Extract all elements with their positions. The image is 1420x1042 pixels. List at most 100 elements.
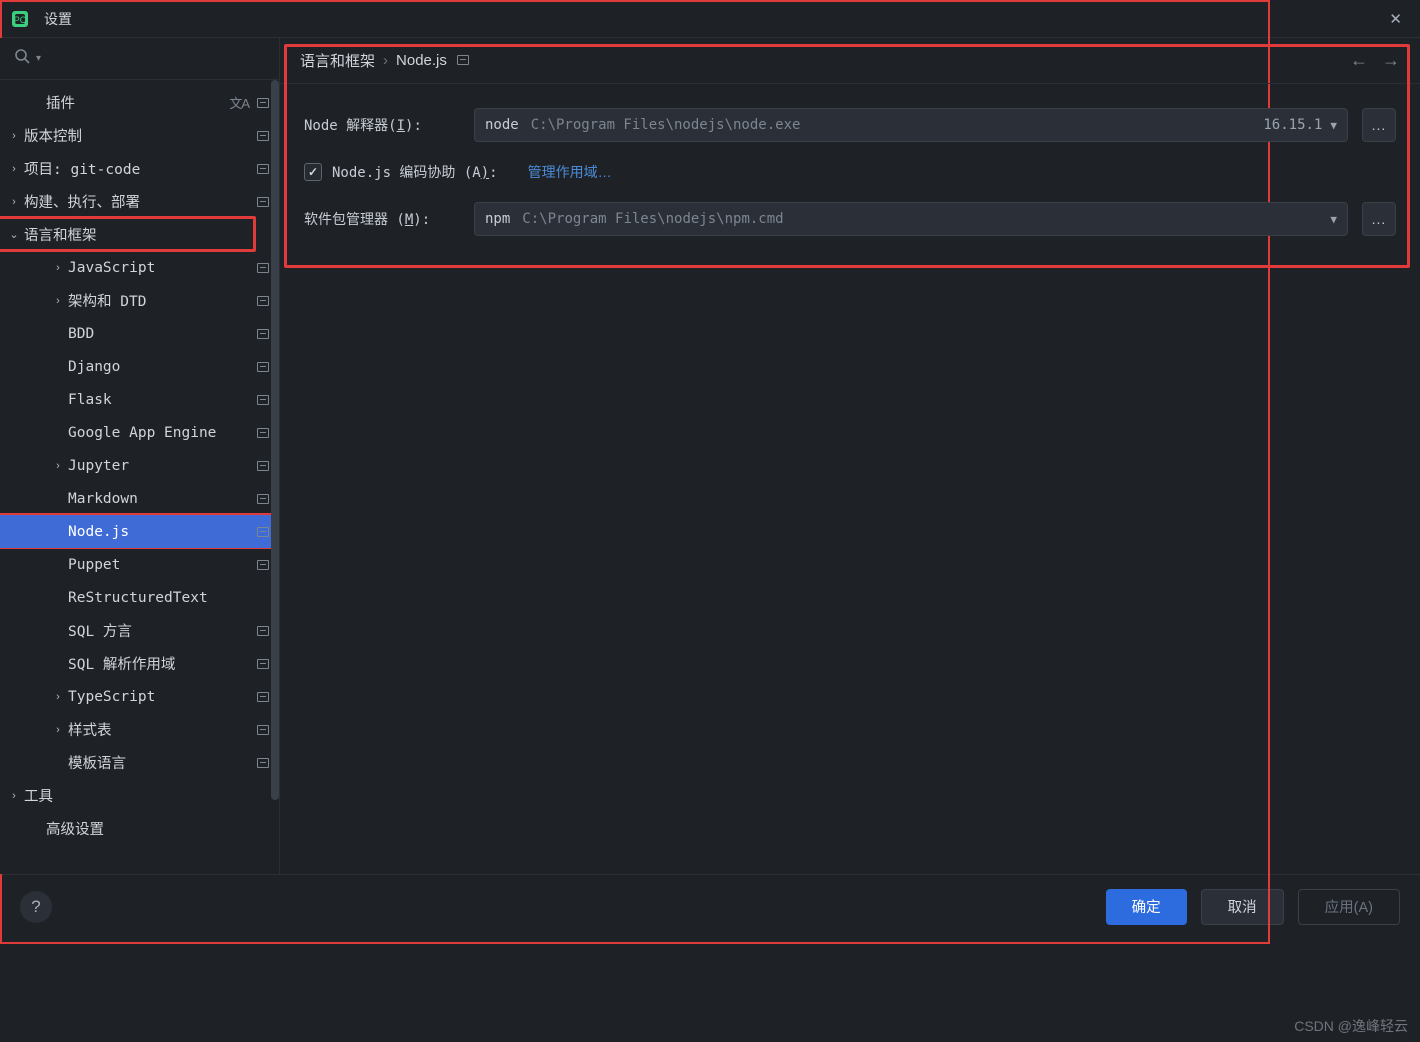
close-icon[interactable]: ✕ [1381, 6, 1410, 32]
package-manager-label: 软件包管理器 (M): [304, 209, 460, 229]
package-manager-dropdown[interactable]: npm C:\Program Files\nodejs\npm.cmd ▼ [474, 202, 1348, 236]
sidebar-item-label: Google App Engine [68, 425, 253, 441]
sidebar-item-label: Django [68, 359, 253, 375]
pkg-manager-path: C:\Program Files\nodejs\npm.cmd [522, 211, 1330, 227]
pkg-manager-browse-button[interactable]: ... [1362, 202, 1396, 236]
chevron-icon: › [50, 262, 66, 274]
chevron-icon: › [6, 130, 22, 142]
sidebar-item-label: 高级设置 [46, 818, 265, 839]
interpreter-version: 16.15.1 [1263, 117, 1322, 133]
sidebar-item-label: Jupyter [68, 458, 253, 474]
chevron-icon: › [6, 790, 22, 802]
sidebar-scrollbar[interactable] [271, 80, 279, 874]
manage-scope-link[interactable]: 管理作用域… [528, 162, 612, 182]
sidebar-item--[interactable]: 高级设置 [0, 812, 279, 845]
sidebar-item-typescript[interactable]: ›TypeScript [0, 680, 279, 713]
sidebar-item-label: 样式表 [68, 719, 253, 740]
sidebar-item--[interactable]: 模板语言 [0, 746, 279, 779]
chevron-down-icon: ▼ [1330, 119, 1337, 132]
project-scope-icon [257, 461, 269, 471]
project-scope-icon [257, 362, 269, 372]
sidebar-item-django[interactable]: Django [0, 350, 279, 383]
sidebar-item-sql-[interactable]: SQL 方言 [0, 614, 279, 647]
chevron-icon: › [50, 460, 66, 472]
nav-back-icon[interactable]: ← [1350, 50, 1368, 71]
sidebar-item-label: 模板语言 [68, 752, 253, 773]
project-scope-icon [257, 197, 269, 207]
project-scope-icon [457, 52, 469, 69]
sidebar-item-label: ReStructuredText [68, 590, 265, 606]
project-scope-icon [257, 626, 269, 636]
sidebar-item-markdown[interactable]: Markdown [0, 482, 279, 515]
project-scope-icon [257, 692, 269, 702]
project-scope-icon [257, 494, 269, 504]
sidebar-item--dtd[interactable]: ›架构和 DTD [0, 284, 279, 317]
project-scope-icon [257, 329, 269, 339]
sidebar-item-label: JavaScript [68, 260, 253, 276]
project-scope-icon [257, 560, 269, 570]
node-interpreter-row: Node 解释器(I): node C:\Program Files\nodej… [304, 108, 1396, 142]
node-interpreter-label: Node 解释器(I): [304, 115, 460, 135]
sidebar-item--[interactable]: ›样式表 [0, 713, 279, 746]
project-scope-icon [257, 659, 269, 669]
nav-forward-icon[interactable]: → [1382, 50, 1400, 71]
coding-assist-checkbox[interactable] [304, 163, 322, 181]
sidebar-item-sql-[interactable]: SQL 解析作用域 [0, 647, 279, 680]
settings-sidebar: ▾ 插件文A›版本控制›项目: git-code›构建、执行、部署⌄语言和框架›… [0, 38, 280, 874]
sidebar-item-bdd[interactable]: BDD [0, 317, 279, 350]
sidebar-item--[interactable]: ›版本控制 [0, 119, 279, 152]
chevron-icon: ⌄ [6, 228, 22, 241]
sidebar-item-label: 版本控制 [24, 125, 253, 146]
sidebar-item-puppet[interactable]: Puppet [0, 548, 279, 581]
chevron-icon: › [50, 724, 66, 736]
apply-button[interactable]: 应用(A) [1298, 889, 1400, 925]
sidebar-scrollbar-thumb[interactable] [271, 80, 279, 800]
breadcrumb: 语言和框架 › Node.js ← → [280, 38, 1420, 84]
search-icon [14, 48, 30, 69]
project-scope-icon [257, 758, 269, 768]
chevron-icon: › [50, 295, 66, 307]
sidebar-item-label: SQL 方言 [68, 620, 253, 641]
sidebar-item-node-js[interactable]: Node.js [0, 515, 279, 548]
sidebar-item-label: 插件 [46, 92, 225, 113]
sidebar-item-label: TypeScript [68, 689, 253, 705]
project-scope-icon [257, 164, 269, 174]
sidebar-item-jupyter[interactable]: ›Jupyter [0, 449, 279, 482]
coding-assist-row: Node.js 编码协助 (A): 管理作用域… [304, 162, 1396, 182]
sidebar-item--[interactable]: 插件文A [0, 86, 279, 119]
package-manager-row: 软件包管理器 (M): npm C:\Program Files\nodejs\… [304, 202, 1396, 236]
node-interpreter-dropdown[interactable]: node C:\Program Files\nodejs\node.exe 16… [474, 108, 1348, 142]
sidebar-item--git-code[interactable]: ›项目: git-code [0, 152, 279, 185]
sidebar-item-label: 工具 [24, 785, 265, 806]
watermark: CSDN @逸峰轻云 [1294, 1016, 1408, 1036]
search-row[interactable]: ▾ [0, 38, 279, 80]
sidebar-item-javascript[interactable]: ›JavaScript [0, 251, 279, 284]
project-scope-icon [257, 98, 269, 108]
sidebar-item--[interactable]: ›工具 [0, 779, 279, 812]
breadcrumb-leaf: Node.js [396, 52, 447, 69]
coding-assist-label: Node.js 编码协助 (A): [332, 162, 498, 182]
project-scope-icon [257, 428, 269, 438]
chevron-down-icon: ▼ [1330, 213, 1337, 226]
sidebar-item-label: 语言和框架 [24, 224, 265, 245]
project-scope-icon [257, 296, 269, 306]
project-scope-icon [257, 725, 269, 735]
chevron-icon: › [6, 163, 22, 175]
sidebar-item-label: SQL 解析作用域 [68, 653, 253, 674]
chevron-icon: › [50, 691, 66, 703]
settings-main: 语言和框架 › Node.js ← → Node 解释器(I): node C:… [280, 38, 1420, 874]
sidebar-item-google-app-engine[interactable]: Google App Engine [0, 416, 279, 449]
chevron-icon: › [6, 196, 22, 208]
sidebar-item-flask[interactable]: Flask [0, 383, 279, 416]
pkg-manager-kind: npm [485, 211, 510, 227]
interpreter-browse-button[interactable]: ... [1362, 108, 1396, 142]
sidebar-item--[interactable]: ›构建、执行、部署 [0, 185, 279, 218]
sidebar-item-label: 构建、执行、部署 [24, 191, 253, 212]
chevron-down-icon: ▾ [36, 53, 41, 64]
sidebar-item--[interactable]: ⌄语言和框架 [0, 218, 279, 251]
interpreter-kind: node [485, 117, 519, 133]
project-scope-icon [257, 395, 269, 405]
project-scope-icon [257, 131, 269, 141]
sidebar-item-restructuredtext[interactable]: ReStructuredText [0, 581, 279, 614]
breadcrumb-root[interactable]: 语言和框架 [300, 50, 375, 71]
